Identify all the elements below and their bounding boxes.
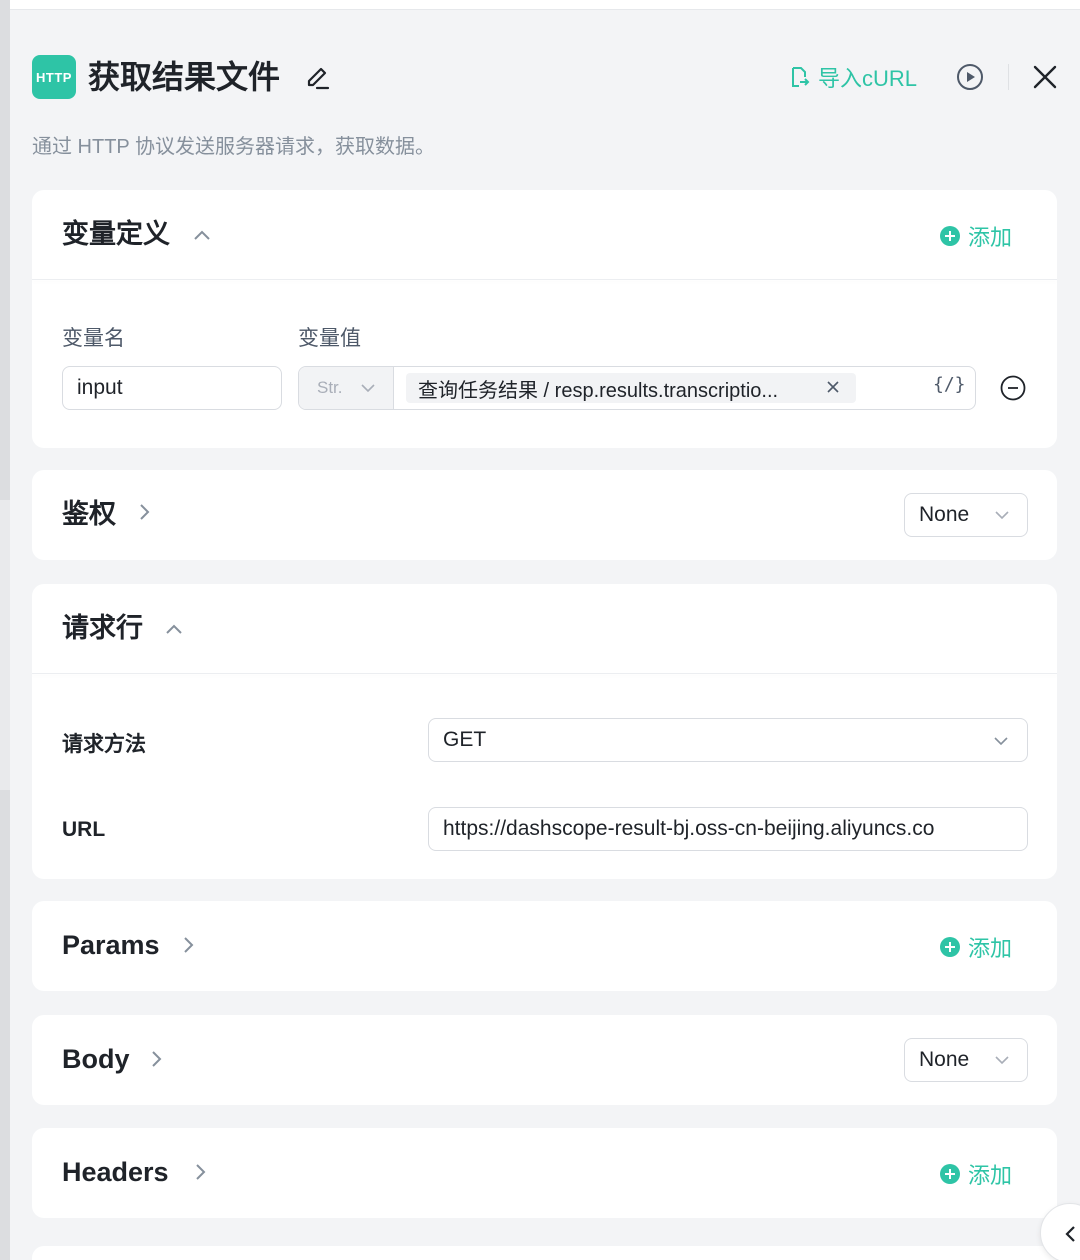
chevron-right-icon[interactable] — [146, 1049, 166, 1069]
add-variable-label: 添加 — [967, 225, 1012, 250]
auth-type-select[interactable]: None — [904, 493, 1028, 537]
section-divider — [32, 673, 1057, 674]
params-section-title: Params — [62, 930, 160, 960]
variables-section-header[interactable]: 变量定义 添加 — [32, 190, 1057, 280]
chevron-up-icon[interactable] — [192, 226, 212, 246]
http-node-icon: HTTP — [32, 55, 76, 99]
auth-type-value: None — [919, 503, 970, 526]
auth-section-header[interactable]: 鉴权 None — [32, 470, 1057, 560]
variable-name-header: 变量名 — [62, 327, 125, 350]
next-section-peek — [32, 1246, 1057, 1260]
request-line-section-header[interactable]: 请求行 — [32, 584, 1057, 674]
variable-value-header: 变量值 — [298, 327, 361, 350]
add-header-button[interactable]: 添加 — [939, 1158, 1012, 1190]
params-section-header[interactable]: Params 添加 — [32, 901, 1057, 991]
add-circle-icon — [939, 937, 960, 957]
left-edge-segment — [0, 790, 10, 1260]
headers-section-title: Headers — [62, 1157, 169, 1187]
headers-section-header[interactable]: Headers 添加 — [32, 1128, 1057, 1218]
import-curl-button[interactable]: 导入cURL — [790, 60, 917, 94]
node-description: 通过 HTTP 协议发送服务器请求，获取数据。 — [32, 136, 435, 158]
panel-header: HTTP 获取结果文件 导入cURL — [32, 46, 1080, 110]
params-section: Params 添加 — [32, 901, 1057, 991]
body-type-value: None — [919, 1048, 970, 1071]
chevron-down-icon — [994, 737, 1008, 746]
variable-name-input[interactable]: input — [62, 366, 282, 410]
code-toggle-icon[interactable]: {/} — [933, 374, 966, 395]
headers-section: Headers 添加 — [32, 1128, 1057, 1218]
chevron-right-icon[interactable] — [190, 1162, 210, 1182]
auth-section-title: 鉴权 — [62, 499, 116, 529]
edit-icon[interactable] — [304, 64, 332, 92]
variable-type-label: Str. — [317, 378, 343, 397]
header-divider — [1008, 64, 1009, 90]
body-type-select[interactable]: None — [904, 1038, 1028, 1082]
add-header-label: 添加 — [967, 1163, 1012, 1188]
remove-variable-icon[interactable] — [1000, 375, 1026, 401]
close-icon[interactable] — [1032, 64, 1058, 90]
add-param-button[interactable]: 添加 — [939, 931, 1012, 963]
node-title[interactable]: 获取结果文件 — [88, 56, 280, 98]
import-curl-label: 导入cURL — [818, 66, 918, 91]
top-edge — [10, 0, 1080, 10]
variables-section-title: 变量定义 — [62, 219, 170, 249]
node-config-panel: HTTP 获取结果文件 导入cURL 通过 HTTP 协议发送服务器请求，获取数… — [10, 10, 1080, 1260]
close-icon[interactable] — [827, 381, 839, 393]
request-line-section: 请求行 请求方法 GET URL https://dashscope-resul… — [32, 584, 1057, 879]
variable-value-field[interactable]: Str. 查询任务结果 / resp.results.transcriptio.… — [298, 366, 976, 410]
url-input[interactable]: https://dashscope-result-bj.oss-cn-beiji… — [428, 807, 1028, 851]
request-line-section-title: 请求行 — [62, 613, 143, 643]
chevron-up-icon[interactable] — [164, 620, 184, 640]
url-label: URL — [62, 818, 106, 841]
auth-section: 鉴权 None — [32, 470, 1057, 560]
chevron-left-icon — [1065, 1226, 1075, 1242]
add-circle-icon — [939, 1164, 960, 1184]
chevron-right-icon[interactable] — [134, 502, 154, 522]
add-param-label: 添加 — [967, 936, 1012, 961]
body-section-header[interactable]: Body None — [32, 1015, 1057, 1105]
body-section: Body None — [32, 1015, 1057, 1105]
section-divider — [32, 279, 1057, 280]
chevron-down-icon — [995, 511, 1009, 520]
request-method-label: 请求方法 — [62, 733, 146, 756]
body-section-title: Body — [62, 1044, 130, 1074]
request-method-select[interactable]: GET — [428, 718, 1028, 762]
play-icon[interactable] — [956, 63, 984, 91]
chevron-right-icon[interactable] — [178, 935, 198, 955]
variable-reference-tag: 查询任务结果 / resp.results.transcriptio... — [406, 373, 856, 403]
variable-type-select[interactable]: Str. — [299, 367, 394, 409]
left-edge-segment — [0, 0, 10, 500]
add-circle-icon — [939, 226, 960, 246]
add-variable-button[interactable]: 添加 — [939, 220, 1012, 252]
chevron-down-icon — [361, 384, 375, 393]
left-edge-strip — [0, 0, 10, 1260]
variables-section: 变量定义 添加 变量名 变量值 input Str. 查询任务结果 / resp… — [32, 190, 1057, 448]
import-file-icon — [792, 67, 810, 87]
request-method-value: GET — [443, 728, 487, 751]
chevron-down-icon — [995, 1056, 1009, 1065]
